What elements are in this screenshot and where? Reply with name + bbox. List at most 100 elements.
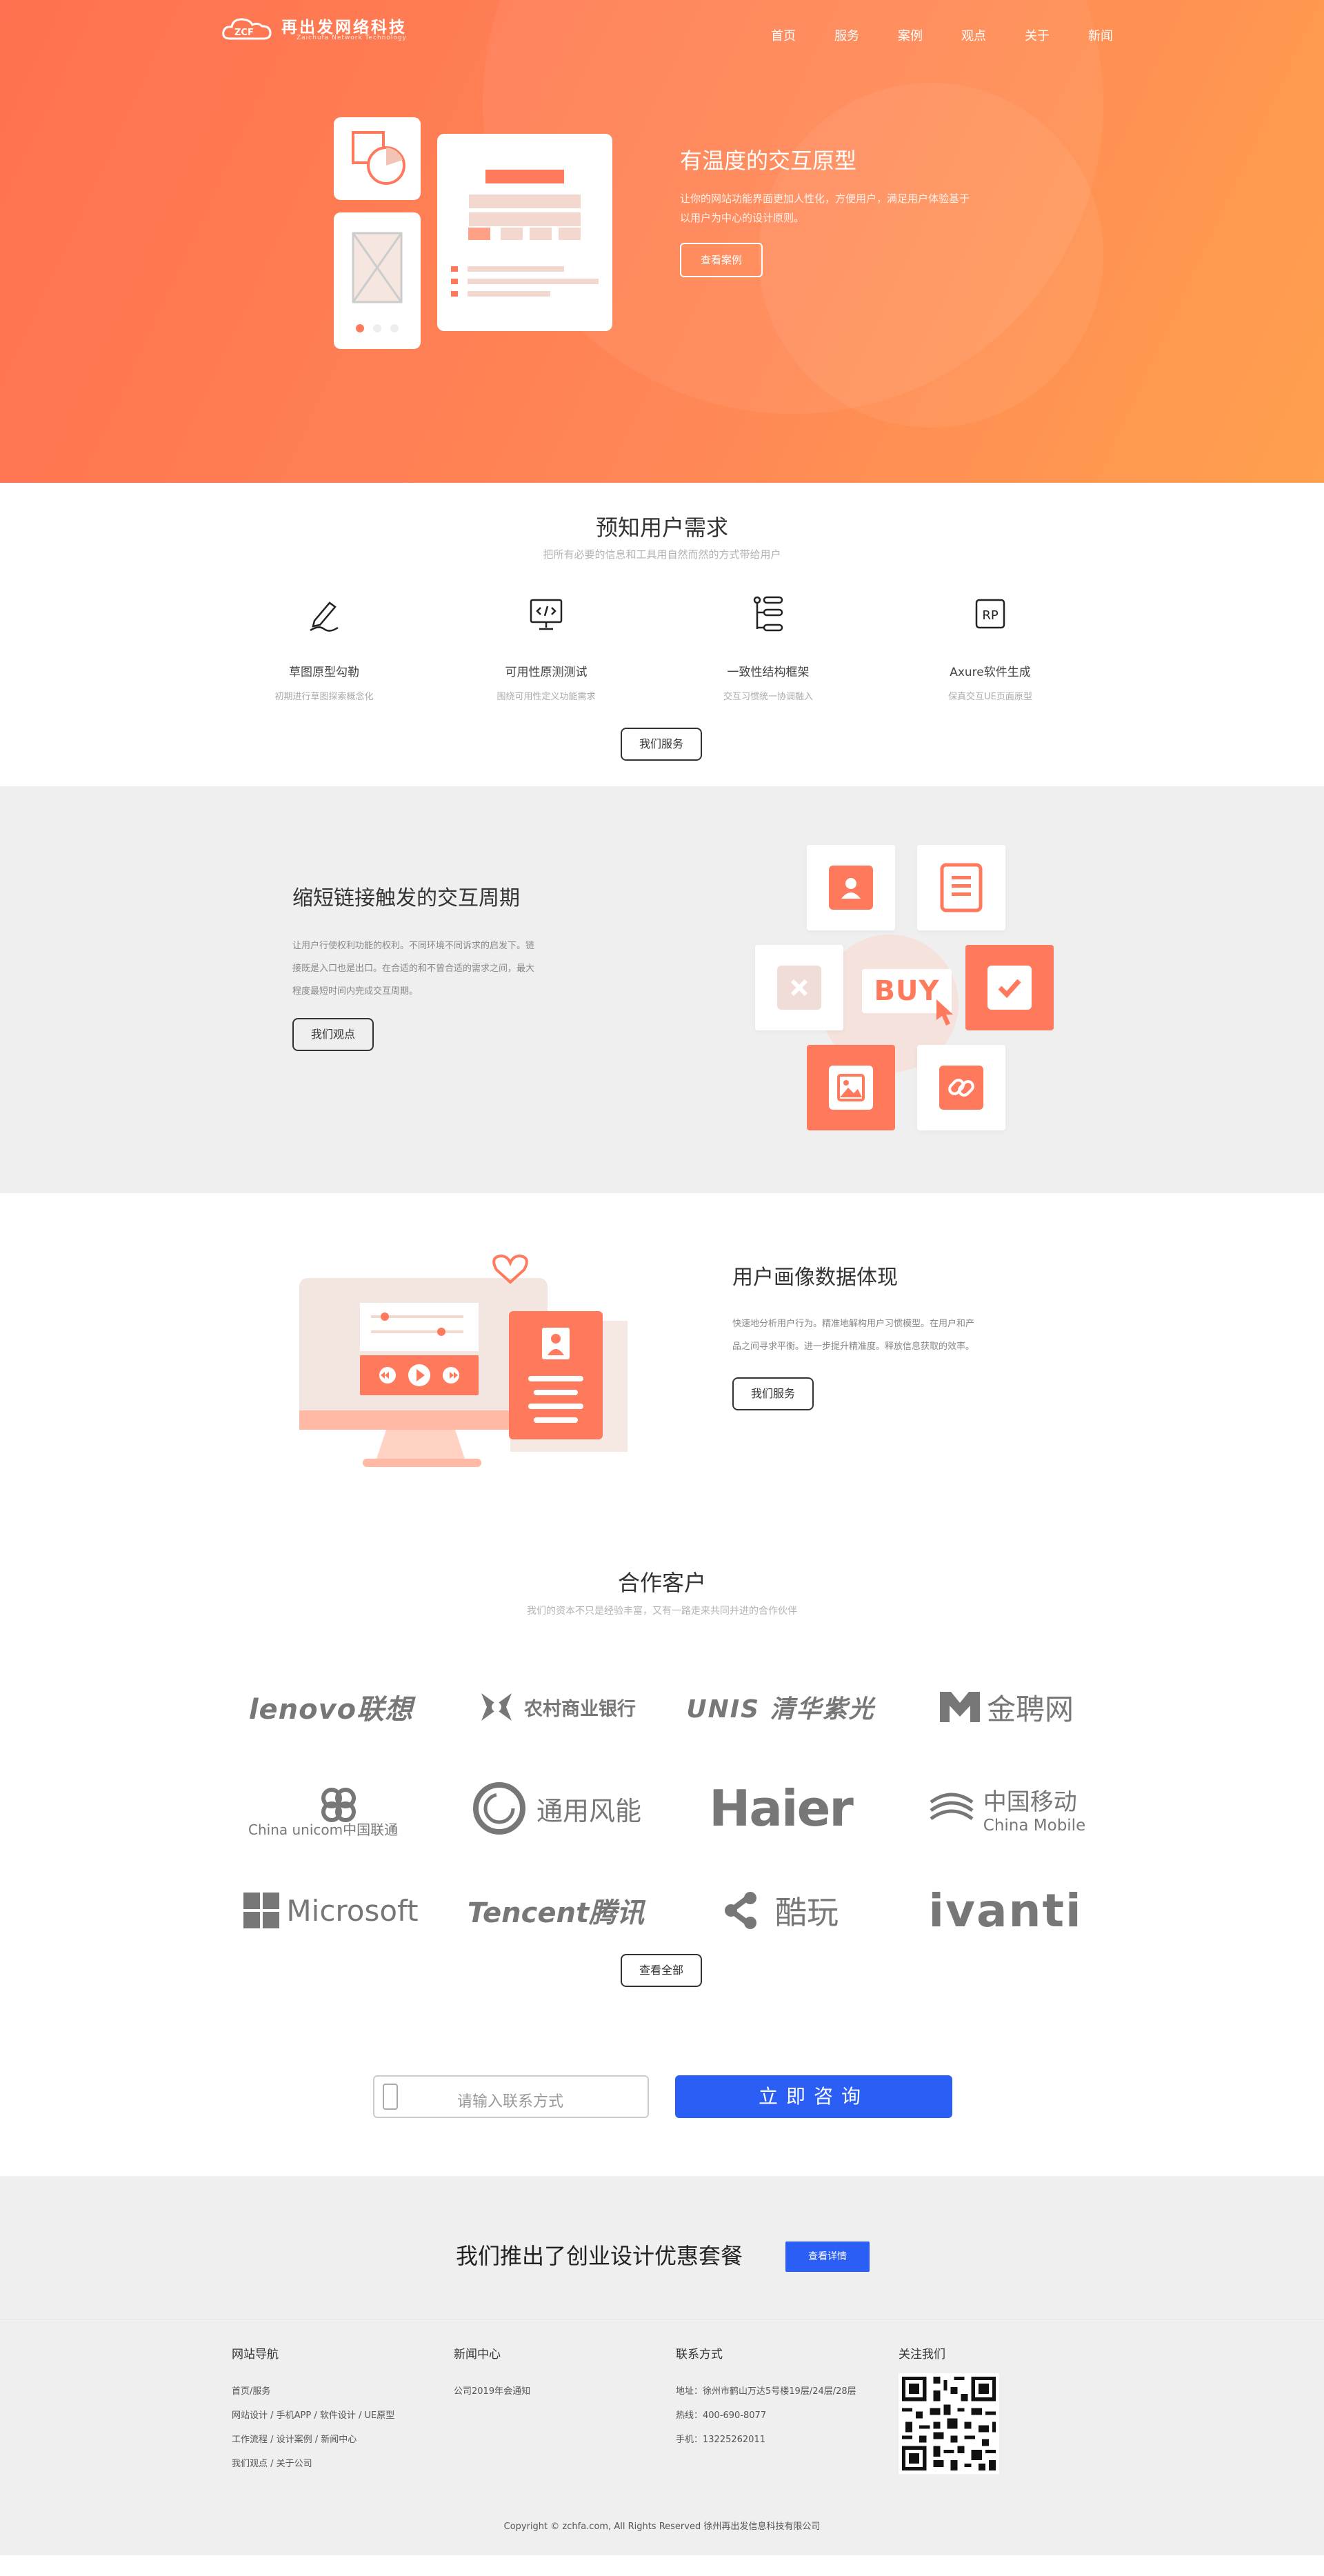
service-name: 可用性原测测试 xyxy=(505,666,588,679)
client-logo-rcb: 农村商业银行 xyxy=(452,1666,659,1748)
footer-link[interactable]: 首页/服务 xyxy=(232,2379,439,2404)
our-services-button[interactable]: 我们服务 xyxy=(732,1377,814,1410)
footer-link[interactable]: 公司2019年会通知 xyxy=(454,2379,661,2404)
contact-input[interactable]: 请输入联系方式 xyxy=(373,2075,649,2118)
client-logo-text: Tencent腾讯 xyxy=(467,1897,645,1929)
document-tile xyxy=(917,845,1005,930)
hero-text: 有温度的交互原型 让你的网站功能界面更加人性化，方便用户，满足用户体验基于 以用… xyxy=(680,143,1025,277)
client-logo-gewind: 通用风能 xyxy=(452,1767,659,1850)
nav-item-news[interactable]: 新闻 xyxy=(1069,26,1132,44)
client-logo-text: 通用风能 xyxy=(536,1795,641,1826)
image-tile xyxy=(807,1045,895,1130)
footer-news: 新闻中心 公司2019年会通知 xyxy=(454,2344,661,2404)
shapes-card xyxy=(334,117,421,200)
cloud-logo-icon: ZCF xyxy=(222,18,272,40)
user-portrait-illustration xyxy=(297,1252,634,1472)
feature-desc-line: 快速地分析用户行为。精准地解构用户习惯模型。在用户和产 xyxy=(732,1319,975,1329)
feature-desc-line: 接既是入口也是出口。在合适的和不曾合适的需求之间，最大 xyxy=(292,963,535,974)
buy-flow-illustration: BUY xyxy=(752,845,1062,1135)
view-cases-button[interactable]: 查看案例 xyxy=(680,243,763,277)
view-all-button[interactable]: 查看全部 xyxy=(621,1954,702,1987)
sitemap-card xyxy=(437,134,612,331)
client-logo-unicom: China unicom中国联通 xyxy=(228,1767,434,1850)
mobile-phone-icon xyxy=(383,2084,398,2110)
view-details-button[interactable]: 查看详情 xyxy=(785,2241,870,2272)
client-logo-lenovo: lenovo联想 xyxy=(228,1666,434,1748)
footer-contact: 联系方式 地址：徐州市鹤山万达5号楼19层/24层/28层 热线：400-690… xyxy=(676,2344,910,2452)
kuwan-logo-icon xyxy=(725,1892,756,1929)
footer-link[interactable]: 我们观点 / 关于公司 xyxy=(232,2452,439,2476)
service-item[interactable]: 草图原型勾勒 初期进行草图探索概念化 xyxy=(248,593,400,702)
contact-mobile: 手机：13225262011 xyxy=(676,2435,765,2445)
client-logo-text: 农村商业银行 xyxy=(524,1698,636,1720)
code-monitor-icon xyxy=(530,599,563,630)
close-tile xyxy=(755,945,843,1030)
client-logo-text: 酷玩 xyxy=(775,1894,839,1931)
our-services-button[interactable]: 我们服务 xyxy=(621,728,702,761)
feature-title: 用户画像数据体现 xyxy=(732,1266,898,1290)
consult-now-button[interactable]: 立即咨询 xyxy=(675,2075,952,2118)
service-item[interactable]: RP Axure软件生成 保真交互UE页面原型 xyxy=(914,593,1066,702)
top-navigation: ZCF 再出发网络科技 Zaichufa Network Technology … xyxy=(0,0,1324,69)
client-logo-text: 金聘网 xyxy=(986,1692,1074,1726)
hero-desc-line: 以用户为中心的设计原则。 xyxy=(680,212,805,224)
nav-item-services[interactable]: 服务 xyxy=(815,26,879,44)
footer-heading: 联系方式 xyxy=(676,2348,723,2362)
site-footer: 网站导航 首页/服务 网站设计 / 手机APP / 软件设计 / UE原型 工作… xyxy=(0,2319,1324,2555)
sitemap-icon xyxy=(451,170,599,297)
hero-description: 让你的网站功能界面更加人性化，方便用户，满足用户体验基于 以用户为中心的设计原则… xyxy=(680,189,1025,228)
nav-item-home[interactable]: 首页 xyxy=(752,26,815,44)
feature-user-portrait: 用户画像数据体现 快速地分析用户行为。精准地解构用户习惯模型。在用户和产 品之间… xyxy=(0,1193,1324,1566)
cursor-icon xyxy=(936,999,953,1026)
clients-section: 合作客户 我们的资本不只是经验丰富，又有一路走来共同并进的合作伙伴 lenovo… xyxy=(0,1566,1324,2176)
nav-item-cases[interactable]: 案例 xyxy=(879,26,942,44)
hero-banner: ZCF 再出发网络科技 Zaichufa Network Technology … xyxy=(0,0,1324,483)
service-desc: 保真交互UE页面原型 xyxy=(948,692,1032,702)
service-name: Axure软件生成 xyxy=(950,666,1031,679)
contact-address: 地址：徐州市鹤山万达5号楼19层/24层/28层 xyxy=(676,2386,856,2397)
check-tile xyxy=(965,945,1054,1030)
feature-description: 快速地分析用户行为。精准地解构用户习惯模型。在用户和产 品之间寻求平衡。进一步提… xyxy=(732,1312,1008,1358)
shapes-icon xyxy=(352,131,405,185)
service-item[interactable]: 一致性结构框架 交互习惯统一协调融入 xyxy=(692,593,844,702)
client-logo-haier: Haier xyxy=(677,1767,884,1850)
client-logo-kuwan: 酷玩 xyxy=(677,1869,884,1952)
hero-title: 有温度的交互原型 xyxy=(680,148,857,174)
link-tile xyxy=(917,1045,1005,1130)
qr-code-icon xyxy=(899,2373,999,2474)
service-desc: 初期进行草图探索概念化 xyxy=(274,692,374,702)
nav-item-about[interactable]: 关于 xyxy=(1005,26,1069,44)
client-logo-subtext: China Mobile xyxy=(983,1816,1086,1835)
footer-link[interactable]: 网站设计 / 手机APP / 软件设计 / UE原型 xyxy=(232,2404,439,2428)
service-desc: 交互习惯统一协调融入 xyxy=(723,692,813,702)
feature-desc-line: 程度最短时间内完成交互周期。 xyxy=(292,986,419,997)
our-views-button[interactable]: 我们观点 xyxy=(292,1018,374,1051)
promo-banner: 我们推出了创业设计优惠套餐 查看详情 xyxy=(0,2176,1324,2319)
footer-link[interactable]: 工作流程 / 设计案例 / 新闻中心 xyxy=(232,2428,439,2452)
image-icon xyxy=(829,1066,873,1110)
services-section: 预知用户需求 把所有必要的信息和工具用自然而然的方式带给用户 草图原型勾勒 初期… xyxy=(0,483,1324,786)
jinpin-logo-icon xyxy=(939,1692,980,1722)
brand-subtitle: Zaichufa Network Technology xyxy=(297,34,407,41)
site-logo[interactable]: ZCF 再出发网络科技 Zaichufa Network Technology xyxy=(221,12,421,46)
rcb-bank-icon xyxy=(481,1693,512,1721)
feature-desc-line: 让用户行使权利功能的权利。不同环境不同诉求的启发下。链 xyxy=(292,941,535,951)
footer-site-nav: 网站导航 首页/服务 网站设计 / 手机APP / 软件设计 / UE原型 工作… xyxy=(232,2344,439,2476)
client-logo-jinpin: 金聘网 xyxy=(902,1666,1109,1748)
feature-title: 缩短链接触发的交互周期 xyxy=(292,886,520,910)
client-logo-unis: UNIS 清华紫光 xyxy=(677,1666,884,1748)
footer-heading: 关注我们 xyxy=(899,2348,945,2362)
rp-icon: RP xyxy=(975,599,1005,629)
service-name: 一致性结构框架 xyxy=(727,666,810,679)
client-logo-microsoft: Microsoft xyxy=(228,1869,434,1952)
contact-hotline: 热线：400-690-8077 xyxy=(676,2410,767,2421)
copyright-text: Copyright © zchfa.com, All Rights Reserv… xyxy=(503,2522,821,2532)
gewind-ring-icon xyxy=(472,1782,525,1835)
service-item[interactable]: 可用性原测测试 围绕可用性定义功能需求 xyxy=(470,593,622,702)
client-logo-text: lenovo联想 xyxy=(248,1694,414,1726)
footer-heading: 网站导航 xyxy=(232,2348,279,2362)
client-logo-text: Microsoft xyxy=(286,1893,419,1928)
service-desc: 围绕可用性定义功能需求 xyxy=(496,692,596,702)
svg-text:ZCF: ZCF xyxy=(234,28,254,38)
nav-item-views[interactable]: 观点 xyxy=(942,26,1005,44)
